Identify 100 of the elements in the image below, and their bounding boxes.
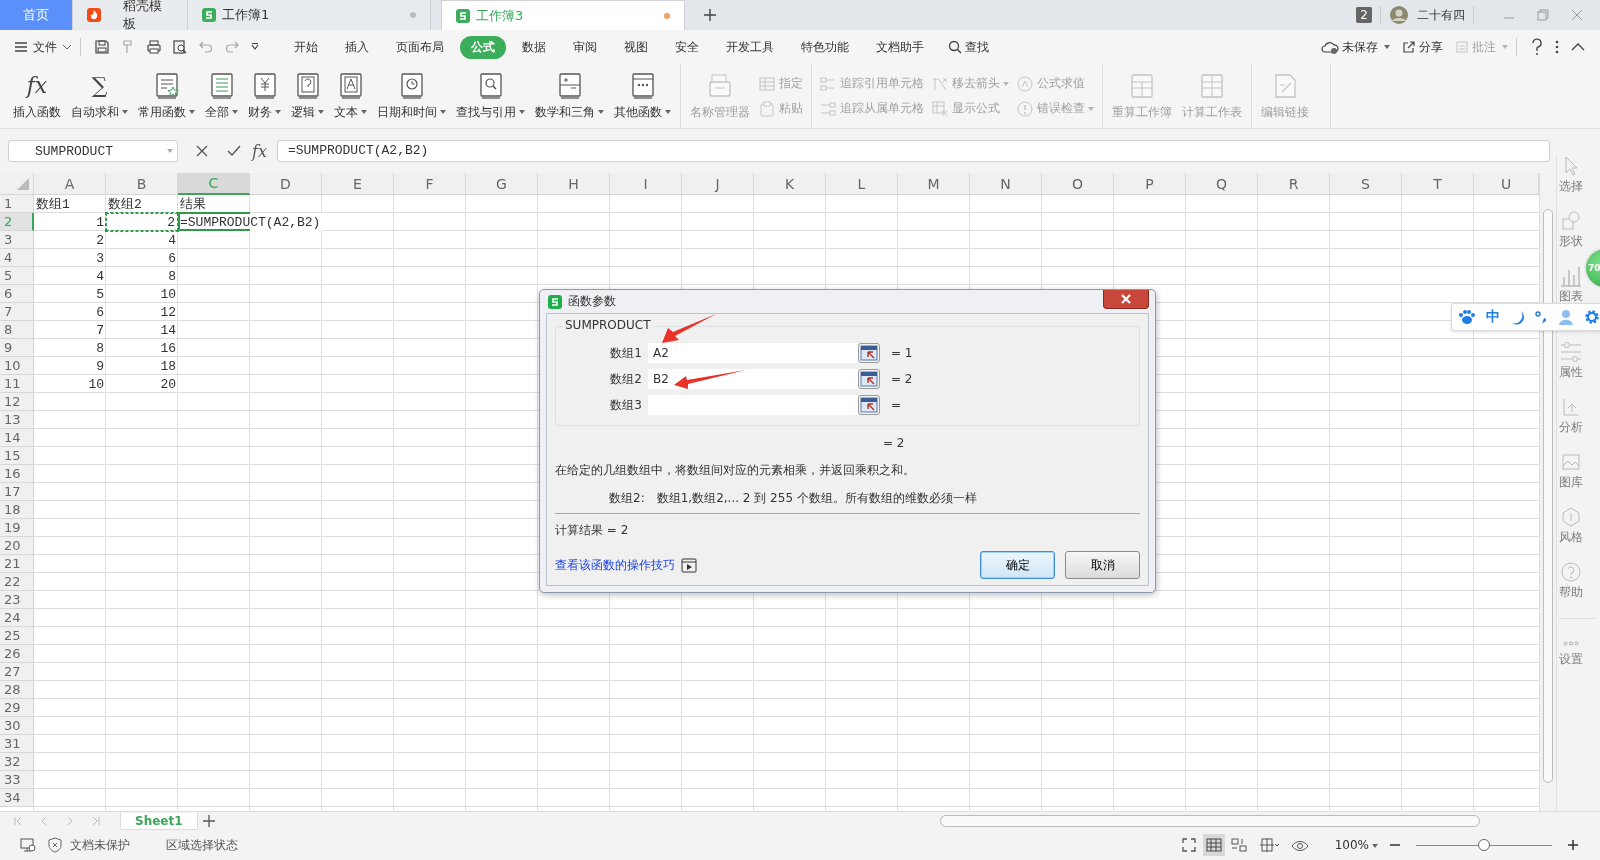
column-header[interactable]: Q — [1186, 173, 1258, 195]
settings-icon[interactable] — [1584, 309, 1600, 325]
row-header[interactable]: 30 — [0, 717, 34, 735]
more-icon[interactable] — [1554, 39, 1560, 55]
column-header[interactable]: M — [898, 173, 970, 195]
argument-field[interactable] — [648, 395, 858, 415]
range-select-button[interactable] — [858, 395, 880, 415]
argument-field[interactable]: B2 — [648, 369, 858, 389]
column-header[interactable]: I — [610, 173, 682, 195]
table-cell[interactable]: 2 — [34, 231, 106, 249]
table-cell[interactable]: 9 — [34, 357, 106, 375]
ribbon-button[interactable]: 查找与引用 — [451, 64, 530, 128]
ribbon-tab[interactable]: 文档助手 — [865, 35, 935, 59]
row-header[interactable]: 14 — [0, 429, 34, 447]
argument-field[interactable]: A2 — [648, 343, 858, 363]
range-select-button[interactable] — [858, 369, 880, 389]
column-header[interactable]: H — [538, 173, 610, 195]
row-header[interactable]: 27 — [0, 663, 34, 681]
table-cell[interactable]: 6 — [106, 249, 178, 267]
table-cell[interactable]: 5 — [34, 285, 106, 303]
column-header[interactable]: F — [394, 173, 466, 195]
ribbon-tab[interactable]: 数据 — [511, 35, 557, 59]
table-cell[interactable]: 数组1 — [34, 195, 106, 213]
table-cell[interactable]: 18 — [106, 357, 178, 375]
table-cell[interactable]: 10 — [106, 285, 178, 303]
ribbon-tab[interactable]: 安全 — [664, 35, 710, 59]
ok-button[interactable]: 确定 — [980, 551, 1055, 579]
table-cell[interactable]: 6 — [34, 303, 106, 321]
print-icon[interactable] — [146, 39, 162, 55]
column-header[interactable]: T — [1402, 173, 1474, 195]
row-header[interactable]: 10 — [0, 357, 34, 375]
column-header[interactable]: S — [1330, 173, 1402, 195]
input-mode-button[interactable]: 中 — [1486, 308, 1500, 326]
cancel-button[interactable]: 取消 — [1065, 551, 1140, 579]
row-header[interactable]: 19 — [0, 519, 34, 537]
row-header[interactable]: 28 — [0, 681, 34, 699]
row-header[interactable]: 34 — [0, 789, 34, 807]
ribbon-button[interactable]: 其他函数 — [609, 64, 676, 128]
ribbon-button[interactable]: fx 插入函数 — [8, 64, 66, 128]
formula-field[interactable]: =SUMPRODUCT(A2,B2) — [276, 140, 1550, 162]
table-cell[interactable]: 4 — [106, 231, 178, 249]
save-icon[interactable] — [94, 39, 110, 55]
sheet-tab[interactable]: Sheet1 — [120, 812, 198, 830]
row-header[interactable]: 22 — [0, 573, 34, 591]
page-break-icon[interactable] — [1230, 837, 1247, 853]
table-cell[interactable]: 16 — [106, 339, 178, 357]
video-icon[interactable] — [681, 557, 697, 573]
row-header[interactable]: 5 — [0, 267, 34, 285]
column-header[interactable]: A — [34, 173, 106, 195]
zoom-menu[interactable]: 100% — [1334, 838, 1378, 852]
ribbon-button[interactable]: 数学和三角 — [530, 64, 609, 128]
column-header[interactable]: O — [1042, 173, 1114, 195]
count-badge[interactable]: 2 — [1356, 7, 1372, 23]
row-header[interactable]: 1 — [0, 195, 34, 213]
table-cell[interactable]: 数组2 — [106, 195, 178, 213]
row-header[interactable]: 23 — [0, 591, 34, 609]
ribbon-tab[interactable]: 插入 — [334, 35, 380, 59]
row-header[interactable]: 15 — [0, 447, 34, 465]
caret-down-icon[interactable] — [250, 42, 260, 52]
range-select-button[interactable] — [858, 343, 880, 363]
ribbon-tab[interactable]: 页面布局 — [385, 35, 455, 59]
normal-view-button[interactable] — [1202, 834, 1225, 856]
table-cell[interactable]: 12 — [106, 303, 178, 321]
row-header[interactable]: 3 — [0, 231, 34, 249]
ribbon-button[interactable]: 逻辑 — [286, 64, 329, 128]
column-header[interactable]: G — [466, 173, 538, 195]
paw-icon[interactable] — [1458, 309, 1476, 325]
row-header[interactable]: 21 — [0, 555, 34, 573]
fullscreen-icon[interactable] — [1180, 837, 1197, 853]
document-tab[interactable]: 稻壳模板 — [73, 0, 188, 30]
table-cell[interactable]: 1 — [34, 213, 106, 231]
row-header[interactable]: 17 — [0, 483, 34, 501]
table-cell[interactable]: =SUMPRODUCT(A2,B2) — [178, 213, 322, 231]
row-header[interactable]: 32 — [0, 753, 34, 771]
row-header[interactable]: 11 — [0, 375, 34, 393]
row-header[interactable]: 7 — [0, 303, 34, 321]
collapse-icon[interactable] — [1570, 42, 1586, 52]
column-header[interactable]: D — [250, 173, 322, 195]
row-header[interactable]: 26 — [0, 645, 34, 663]
row-header[interactable]: 25 — [0, 627, 34, 645]
table-cell[interactable]: 20 — [106, 375, 178, 393]
search-button[interactable]: 查找 — [948, 38, 989, 56]
row-header[interactable]: 31 — [0, 735, 34, 753]
function-icon[interactable]: fx — [252, 141, 267, 161]
column-header[interactable]: R — [1258, 173, 1330, 195]
ribbon-button[interactable]: 常用函数 — [133, 64, 200, 128]
ribbon-button[interactable]: 财务 — [243, 64, 286, 128]
close-icon[interactable] — [1570, 8, 1584, 22]
column-header[interactable]: U — [1474, 173, 1539, 195]
document-tab[interactable]: 工作簿1 — [188, 0, 431, 30]
row-header[interactable]: 8 — [0, 321, 34, 339]
add-sheet-icon[interactable] — [201, 814, 216, 828]
document-tab[interactable]: 工作簿3 — [441, 0, 685, 30]
row-header[interactable]: 16 — [0, 465, 34, 483]
avatar-icon[interactable] — [1389, 5, 1409, 25]
user-name[interactable]: 二十有四 — [1417, 6, 1465, 24]
column-header[interactable]: B — [106, 173, 178, 195]
punctuation-icon[interactable] — [1534, 309, 1548, 325]
cancel-icon[interactable] — [194, 143, 210, 159]
ribbon-tab[interactable]: 开始 — [283, 35, 329, 59]
